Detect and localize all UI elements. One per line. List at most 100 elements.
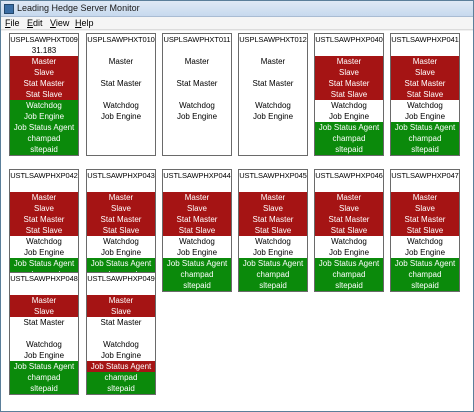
service-status-row: Job Engine (391, 247, 459, 258)
last-updated-timestamp: 9/22/2015 5:15:00 PM (315, 155, 383, 156)
service-status-row: Job Status Agent (315, 258, 383, 269)
service-status-row: champad (10, 372, 78, 383)
service-status-row: Watchdog (87, 236, 155, 247)
server-grid: USPLSAWPHXT009 31.183 Master Slave Stat Mast… (1, 31, 473, 411)
server-name: USTLSAWPHXP045 (239, 171, 307, 180)
service-status-row: Stat Master (10, 78, 78, 89)
service-status-row: champad (87, 372, 155, 383)
service-status-row: champad (163, 269, 231, 280)
service-status-row: champad (391, 133, 459, 144)
service-status-row (163, 133, 231, 144)
service-status-row: Stat Master (315, 214, 383, 225)
service-status-row: sltepaid (239, 280, 307, 291)
service-status-row: sltepaid (10, 144, 78, 155)
service-status-row: Job Engine (10, 111, 78, 122)
last-updated-timestamp: 9/22/2015 5:15:00 PM (315, 291, 383, 292)
service-status-row: Job Engine (10, 247, 78, 258)
service-status-row: Slave (315, 67, 383, 78)
server-card[interactable]: USTLSAWPHXP041 Master Slave Stat Master Stat… (390, 33, 460, 156)
menu-view[interactable]: View (50, 18, 69, 28)
last-updated-timestamp: 9/22/2015 5:15:00 PM (239, 291, 307, 292)
menu-edit[interactable]: Edit (27, 18, 43, 28)
service-status-row: Slave (87, 306, 155, 317)
server-name: USPLSAWPHXT011 (163, 35, 231, 44)
service-status-row: Watchdog (315, 236, 383, 247)
menu-help[interactable]: Help (75, 18, 94, 28)
service-status-row: Watchdog (87, 339, 155, 350)
service-status-row: Job Status Agent (239, 258, 307, 269)
server-card[interactable]: USTLSAWPHXP046 Master Slave Stat Master Stat… (314, 169, 384, 292)
last-updated-timestamp: 9/22/2015 5:15:00 PM (391, 291, 459, 292)
service-status-row (315, 181, 383, 192)
service-status-row: Stat Slave (315, 225, 383, 236)
service-status-row: Master (391, 56, 459, 67)
server-name: USTLSAWPHXP049 (87, 274, 155, 283)
service-status-row: Job Engine (315, 247, 383, 258)
service-status-row: Job Engine (87, 350, 155, 361)
last-updated-timestamp: 9/22/2015 5:15:00 PM (391, 155, 459, 156)
service-status-row: Job Status Agent (391, 122, 459, 133)
server-card[interactable]: USTLSAWPHXP044 Master Slave Stat Master Stat… (162, 169, 232, 292)
server-card[interactable]: USTLSAWPHXP047 Master Slave Stat Master Stat… (390, 169, 460, 292)
server-card[interactable]: USTLSAWPHXP049 Master Slave Stat Master Watc… (86, 272, 156, 395)
service-status-row: Stat Master (87, 78, 155, 89)
service-status-row: Master (163, 56, 231, 67)
service-status-row: Stat Slave (163, 225, 231, 236)
service-status-row (87, 45, 155, 56)
service-status-row (239, 89, 307, 100)
service-status-row: Master (315, 56, 383, 67)
service-status-row: Stat Slave (239, 225, 307, 236)
service-status-row: Master (163, 192, 231, 203)
service-status-row: Slave (239, 203, 307, 214)
service-status-row: Job Status Agent (10, 361, 78, 372)
service-status-row: sltepaid (391, 144, 459, 155)
service-status-row: Watchdog (87, 100, 155, 111)
service-status-row (87, 67, 155, 78)
service-status-row: Job Engine (163, 247, 231, 258)
service-status-row: Watchdog (163, 236, 231, 247)
service-status-row: Watchdog (10, 236, 78, 247)
service-status-row: Stat Slave (391, 89, 459, 100)
service-status-row: Stat Master (391, 214, 459, 225)
service-status-row: Watchdog (239, 236, 307, 247)
server-name: USPLSAWPHXT010 (87, 35, 155, 44)
service-status-row: Master (87, 295, 155, 306)
service-status-row: Slave (163, 203, 231, 214)
service-status-row: champad (315, 269, 383, 280)
last-updated-timestamp: 9/22/2015 5:15:00 PM (239, 155, 307, 156)
service-status-row: Master (87, 192, 155, 203)
service-status-row: Job Status Agent (10, 258, 78, 269)
menu-bar: File Edit View Help (1, 17, 473, 30)
server-card[interactable]: USPLSAWPHXT010 Master Stat Master Watchdog J… (86, 33, 156, 156)
service-status-row (239, 144, 307, 155)
server-card[interactable]: USPLSAWPHXT009 31.183 Master Slave Stat Mast… (9, 33, 79, 156)
menu-file[interactable]: File (5, 18, 20, 28)
service-status-row: Job Status Agent (391, 258, 459, 269)
service-status-row: Master (239, 192, 307, 203)
server-name: USPLSAWPHXT012 (239, 35, 307, 44)
server-card[interactable]: USTLSAWPHXP045 Master Slave Stat Master Stat… (238, 169, 308, 292)
server-card[interactable]: USTLSAWPHXP040 Master Slave Stat Master Stat… (314, 33, 384, 156)
service-status-row (391, 181, 459, 192)
service-status-row (239, 45, 307, 56)
service-status-row: Watchdog (315, 100, 383, 111)
last-updated-timestamp: 9/22/2015 5:15:00 PM (87, 155, 155, 156)
service-status-row: Slave (315, 203, 383, 214)
service-status-row: Job Engine (10, 350, 78, 361)
service-status-row: Stat Master (163, 214, 231, 225)
service-status-row (10, 284, 78, 295)
server-card[interactable]: USPLSAWPHXT012 Master Stat Master Watchdog J… (238, 33, 308, 156)
server-card[interactable]: USTLSAWPHXP048 Master Slave Stat Master Watc… (9, 272, 79, 395)
service-status-row: sltepaid (10, 383, 78, 394)
server-name: USTLSAWPHXP040 (315, 35, 383, 44)
menu-view-label: iew (55, 18, 70, 28)
service-status-row: Master (10, 56, 78, 67)
server-name: USTLSAWPHXP043 (87, 171, 155, 180)
menu-help-label: elp (81, 18, 94, 28)
service-status-row (10, 181, 78, 192)
service-status-row (163, 89, 231, 100)
service-status-row: Stat Master (10, 317, 78, 328)
server-card[interactable]: USPLSAWPHXT011 Master Stat Master Watchdog J… (162, 33, 232, 156)
service-status-row: Stat Slave (10, 89, 78, 100)
title-bar[interactable]: Leading Hedge Server Monitor (1, 1, 473, 17)
